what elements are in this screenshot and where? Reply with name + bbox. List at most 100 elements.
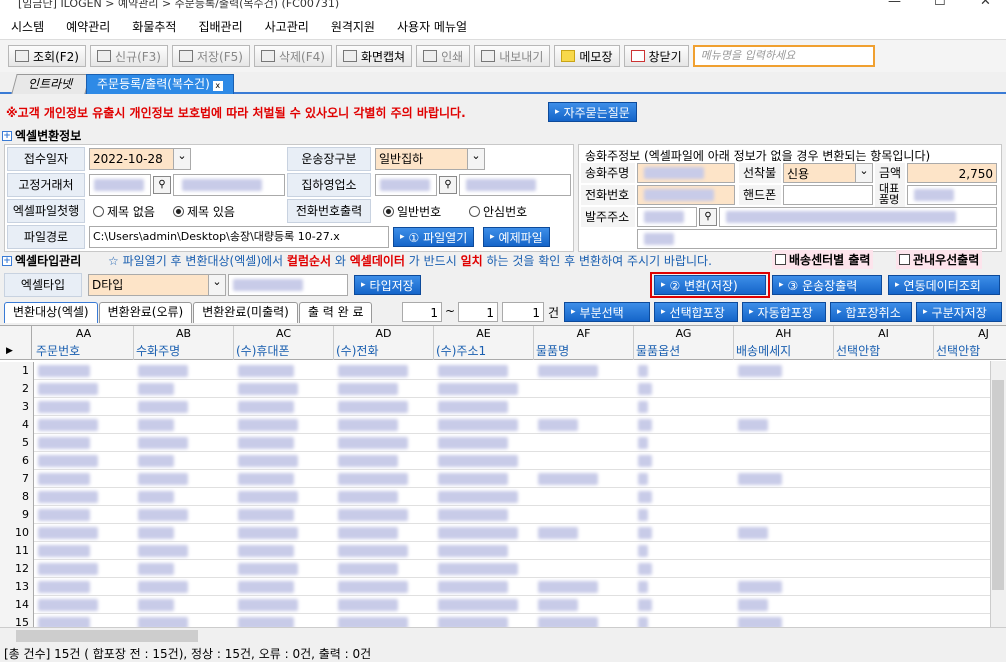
redacted-cell (238, 473, 294, 485)
phone-field[interactable] (637, 185, 735, 205)
maximize-icon[interactable]: ☐ (934, 0, 946, 9)
range-from-field[interactable]: 1 (402, 302, 442, 322)
table-row[interactable]: 13 (0, 578, 990, 596)
horizontal-scroll-thumb[interactable] (16, 630, 198, 642)
menu-collection[interactable]: 집배관리 (187, 18, 253, 35)
new-button[interactable]: 신규(F3) (89, 45, 168, 67)
sender-name-field[interactable] (637, 163, 735, 183)
table-row[interactable]: 3 (0, 398, 990, 416)
search-button[interactable]: 조회(F2) (8, 45, 86, 67)
tab-converted-error[interactable]: 변환완료(오류) (98, 302, 193, 323)
column-header[interactable]: (수)전화 (334, 343, 434, 360)
collapse-icon[interactable]: + (2, 130, 12, 141)
partial-select-button[interactable]: 부분선택 (564, 302, 650, 322)
save-button[interactable]: 저장(F5) (171, 45, 250, 67)
excel-type-select[interactable]: D타입 (88, 274, 226, 296)
table-row[interactable]: 12 (0, 560, 990, 578)
table-row[interactable]: 6 (0, 452, 990, 470)
type-section-heading: + 엑셀타입관리 (2, 254, 82, 268)
select-combine-button[interactable]: 선택합포장 (654, 302, 738, 322)
open-file-button[interactable]: ① 파일열기 (393, 227, 475, 247)
table-row[interactable]: 4 (0, 416, 990, 434)
close-icon[interactable]: ✕ (980, 0, 991, 9)
transport-type-select[interactable]: 일반집하 (375, 148, 485, 170)
column-header[interactable]: (수)주소1 (434, 343, 534, 360)
column-header[interactable]: 배송메세지 (734, 343, 834, 360)
radio-no-title[interactable]: 제목 없음 (93, 203, 155, 220)
magnifier-icon[interactable]: ⚲ (439, 176, 457, 194)
menu-reservation[interactable]: 예약관리 (55, 18, 121, 35)
column-header[interactable]: 선택안함 (834, 343, 934, 360)
redacted-cell (738, 365, 782, 377)
column-header[interactable]: (수)휴대폰 (234, 343, 334, 360)
range-to-field[interactable]: 1 (458, 302, 498, 322)
fixed-client-code[interactable] (89, 174, 151, 196)
column-header[interactable]: 물품옵션 (634, 343, 734, 360)
zipcode-field[interactable] (637, 207, 697, 227)
redacted-cell (38, 563, 98, 575)
menu-remote[interactable]: 원격지원 (320, 18, 386, 35)
delete-button[interactable]: 삭제(F4) (253, 45, 332, 67)
radio-with-title[interactable]: 제목 있음 (173, 203, 235, 220)
table-row[interactable]: 1 (0, 362, 990, 380)
table-row[interactable]: 10 (0, 524, 990, 542)
radio-normal-number[interactable]: 일반번호 (383, 203, 441, 220)
menu-search-input[interactable]: 메뉴명을 입력하세요 (692, 45, 875, 67)
table-row[interactable]: 2 (0, 380, 990, 398)
close-window-button[interactable]: 창닫기 (623, 45, 689, 67)
table-row[interactable]: 9 (0, 506, 990, 524)
save-type-button[interactable]: 타입저장 (354, 275, 421, 295)
capture-button[interactable]: 화면캡쳐 (335, 45, 413, 67)
magnifier-icon[interactable]: ⚲ (699, 208, 717, 226)
faq-button[interactable]: 자주묻는질문 (548, 102, 637, 122)
menu-tracking[interactable]: 화물추적 (121, 18, 187, 35)
delimiter-save-button[interactable]: 구분자저장 (916, 302, 1002, 322)
column-header[interactable]: 수화주명 (134, 343, 234, 360)
column-header[interactable]: 주문번호 (34, 343, 134, 360)
minimize-icon[interactable]: — (888, 0, 901, 9)
column-header[interactable]: 물품명 (534, 343, 634, 360)
menu-accident[interactable]: 사고관리 (254, 18, 320, 35)
tab-conversion-target[interactable]: 변환대상(엑셀) (4, 302, 98, 323)
memo-button[interactable]: 메모장 (554, 45, 620, 67)
center-print-checkbox[interactable]: 배송센터별 출력 (772, 250, 874, 269)
menu-system[interactable]: 시스템 (0, 18, 55, 35)
column-header[interactable]: 선택안함 (934, 343, 1006, 360)
table-row[interactable]: 5 (0, 434, 990, 452)
table-row[interactable]: 7 (0, 470, 990, 488)
tab-printed[interactable]: 출 력 완 료 (298, 302, 373, 323)
payment-select[interactable]: 신용 (783, 163, 873, 183)
local-priority-checkbox[interactable]: 관내우선출력 (896, 250, 983, 269)
print-waybill-button[interactable]: ③ 운송장출력 (772, 275, 882, 295)
range-tilde: ~ (445, 304, 456, 318)
tab-converted-unprinted[interactable]: 변환완료(미출력) (193, 302, 298, 323)
collapse-icon[interactable]: + (2, 255, 12, 266)
rep-item-field[interactable] (907, 185, 997, 205)
print-button[interactable]: 인쇄 (416, 45, 471, 67)
auto-combine-button[interactable]: 자동합포장 (742, 302, 826, 322)
menu-manual[interactable]: 사용자 메뉴얼 (386, 18, 478, 35)
linked-data-button[interactable]: 연동데이터조회 (888, 275, 1000, 295)
export-button[interactable]: 내보내기 (474, 45, 551, 67)
amount-field[interactable]: 2,750 (907, 163, 997, 183)
address1-field[interactable] (719, 207, 997, 227)
cancel-combine-button[interactable]: 합포장취소 (830, 302, 912, 322)
address2-field[interactable] (637, 229, 997, 249)
file-path-field[interactable]: C:\Users\admin\Desktop\송장\대량등록 10-27.x (89, 226, 389, 248)
tab-close-icon[interactable]: x (212, 81, 223, 91)
radio-safe-number[interactable]: 안심번호 (469, 203, 527, 220)
range-count-field[interactable]: 1 (502, 302, 544, 322)
tab-intranet[interactable]: 인트라넷 (11, 74, 91, 94)
vertical-scroll-thumb[interactable] (992, 380, 1004, 590)
mobile-field[interactable] (783, 185, 873, 205)
magnifier-icon[interactable]: ⚲ (153, 176, 171, 194)
table-row[interactable]: 11 (0, 542, 990, 560)
redacted-cell (438, 599, 518, 611)
table-row[interactable]: 8 (0, 488, 990, 506)
example-file-button[interactable]: 예제파일 (483, 227, 550, 247)
table-row[interactable]: 14 (0, 596, 990, 614)
tab-order-register[interactable]: 주문등록/출력(복수건) x (86, 74, 234, 94)
receipt-date-field[interactable]: 2022-10-28 (89, 148, 191, 170)
convert-save-button[interactable]: ② 변환(저장) (654, 275, 766, 295)
collection-office-code[interactable] (375, 174, 437, 196)
